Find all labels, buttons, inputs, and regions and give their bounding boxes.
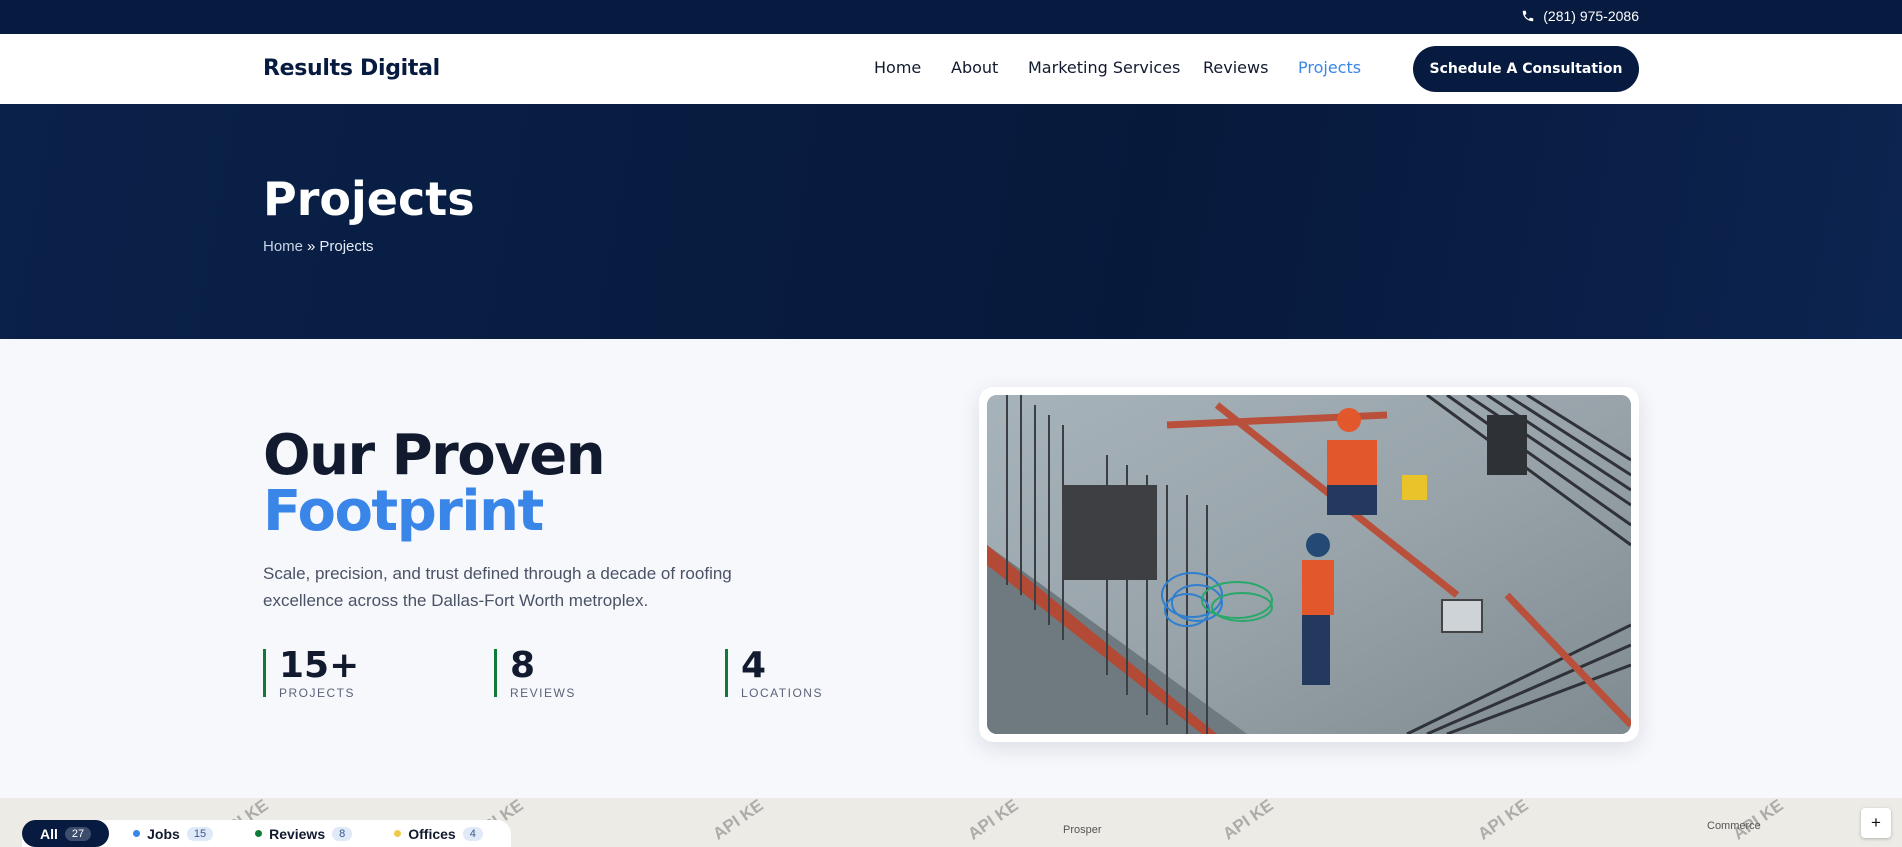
nav-reviews[interactable]: Reviews	[1203, 58, 1298, 77]
stat-label: PROJECTS	[279, 686, 356, 700]
filter-label: Reviews	[269, 825, 326, 842]
map-zoom-in-button[interactable]: +	[1861, 808, 1891, 838]
heading-line-2: Footprint	[263, 479, 544, 544]
stat-label: LOCATIONS	[741, 686, 823, 700]
phone-number: (281) 975-2086	[1543, 8, 1639, 24]
filter-count: 8	[332, 826, 353, 841]
map-filter-bar: All 27 Jobs 15 Reviews 8 Offices 4	[22, 820, 511, 847]
page-hero: Projects Home» Projects	[0, 104, 1902, 339]
filter-all[interactable]: All 27	[22, 820, 110, 847]
jobs-dot-icon	[133, 830, 141, 837]
main-header: Results Digital Home About Marketing Ser…	[0, 34, 1902, 104]
filter-reviews[interactable]: Reviews 8	[237, 820, 370, 847]
page-title: Projects	[263, 172, 475, 226]
stat-value: 15+	[279, 645, 360, 686]
filter-jobs[interactable]: Jobs 15	[115, 820, 231, 847]
project-photo-card	[979, 387, 1639, 742]
filter-count: 15	[186, 826, 214, 841]
schedule-consultation-button[interactable]: Schedule A Consultation	[1413, 46, 1639, 92]
map-watermark: API KE	[964, 798, 1022, 844]
top-bar: (281) 975-2086	[0, 0, 1902, 34]
stat-value: 4	[741, 645, 767, 686]
nav-marketing-services[interactable]: Marketing Services	[1028, 58, 1203, 77]
map-place-label: Prosper	[1063, 824, 1102, 836]
stat-label: REVIEWS	[510, 686, 576, 700]
map-watermark: API KE	[1474, 798, 1532, 844]
nav-projects[interactable]: Projects	[1298, 58, 1361, 77]
main-nav: Home About Marketing Services Reviews Pr…	[874, 58, 1361, 77]
stat-value: 8	[510, 645, 536, 686]
map-watermark: API KE	[1219, 798, 1277, 844]
projects-map[interactable]: API KE API KE API KE API KE API KE API K…	[0, 798, 1902, 847]
breadcrumb: Home» Projects	[263, 238, 374, 255]
filter-label: Offices	[408, 825, 456, 842]
footprint-description: Scale, precision, and trust defined thro…	[263, 564, 732, 610]
phone-icon	[1523, 10, 1534, 22]
phone-link[interactable]: (281) 975-2086	[1521, 8, 1639, 24]
breadcrumb-current: Projects	[319, 238, 374, 255]
heading-line-1: Our Proven	[263, 423, 606, 488]
filter-count: 4	[462, 826, 483, 841]
stats-row: 15+ PROJECTS 8 REVIEWS 4 LOCATIONS	[263, 645, 956, 700]
filter-offices[interactable]: Offices 4	[376, 820, 501, 847]
filter-label: All	[40, 825, 58, 842]
nav-about[interactable]: About	[951, 58, 1028, 77]
breadcrumb-separator: »	[307, 238, 316, 255]
nav-home[interactable]: Home	[874, 58, 951, 77]
stat-reviews: 8 REVIEWS	[494, 645, 725, 700]
footprint-heading: Our Proven Footprint	[263, 423, 606, 544]
breadcrumb-home[interactable]: Home	[263, 238, 303, 255]
reviews-dot-icon	[255, 830, 263, 837]
site-logo[interactable]: Results Digital	[263, 56, 440, 81]
offices-dot-icon	[394, 830, 402, 837]
filter-label: Jobs	[147, 825, 180, 842]
construction-site-photo	[987, 395, 1631, 734]
map-watermark: API KE	[709, 798, 767, 844]
filter-count: 27	[64, 826, 92, 841]
map-place-label: Commerce	[1707, 820, 1761, 832]
stat-projects: 15+ PROJECTS	[263, 645, 494, 700]
stat-locations: 4 LOCATIONS	[725, 645, 956, 700]
